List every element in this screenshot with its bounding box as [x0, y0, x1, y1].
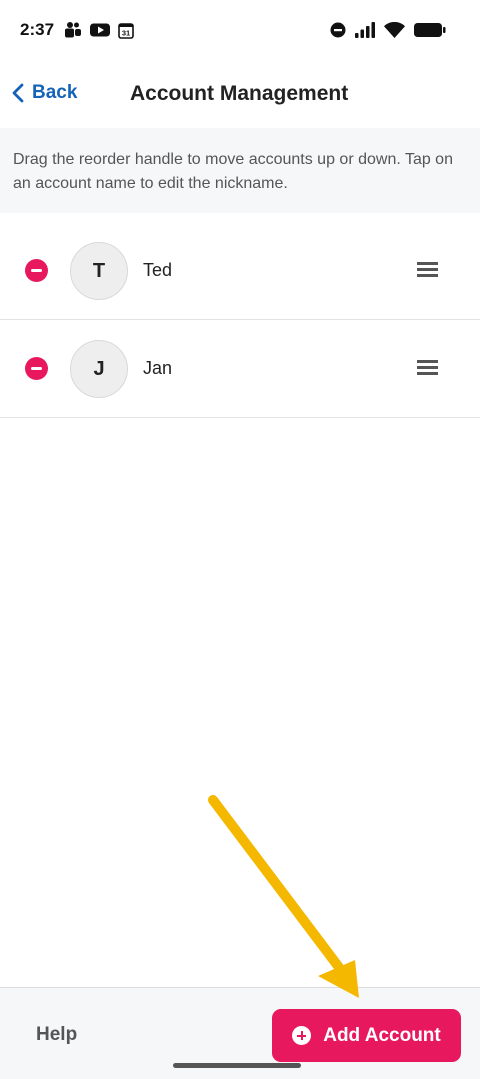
status-left: 2:37 31 [20, 20, 134, 40]
remove-account-button[interactable] [25, 357, 48, 380]
status-time: 2:37 [20, 20, 55, 39]
back-button[interactable]: Back [12, 82, 77, 104]
app-header: Back Account Management [0, 60, 480, 128]
youtube-icon [90, 23, 111, 37]
wifi-icon [384, 22, 405, 38]
signal-icon [355, 22, 375, 38]
add-account-label: Add Account [323, 1024, 441, 1046]
do-not-disturb-icon [330, 22, 346, 38]
back-label: Back [32, 82, 78, 103]
svg-text:31: 31 [122, 28, 130, 37]
battery-icon [414, 23, 446, 37]
account-name[interactable]: Ted [143, 260, 172, 281]
status-bar: 2:37 31 [0, 0, 480, 60]
teams-icon [65, 22, 82, 38]
home-indicator [173, 1063, 301, 1068]
reorder-handle-icon[interactable] [417, 262, 438, 277]
calendar-icon: 31 [118, 22, 134, 39]
help-button[interactable]: Help [36, 1024, 77, 1046]
notification-icons: 31 [64, 21, 134, 39]
system-icons [330, 22, 460, 38]
avatar: J [70, 340, 128, 398]
instructions-text: Drag the reorder handle to move accounts… [0, 128, 480, 213]
add-account-button[interactable]: Add Account [272, 1009, 461, 1062]
page-title: Account Management [130, 82, 349, 105]
reorder-handle-icon[interactable] [417, 360, 438, 375]
account-row-jan: J Jan [0, 320, 480, 418]
remove-account-button[interactable] [25, 259, 48, 282]
account-name[interactable]: Jan [143, 358, 172, 379]
plus-circle-icon [292, 1026, 312, 1045]
chevron-left-icon [12, 83, 24, 103]
account-row-ted: T Ted [0, 222, 480, 320]
avatar: T [70, 242, 128, 300]
